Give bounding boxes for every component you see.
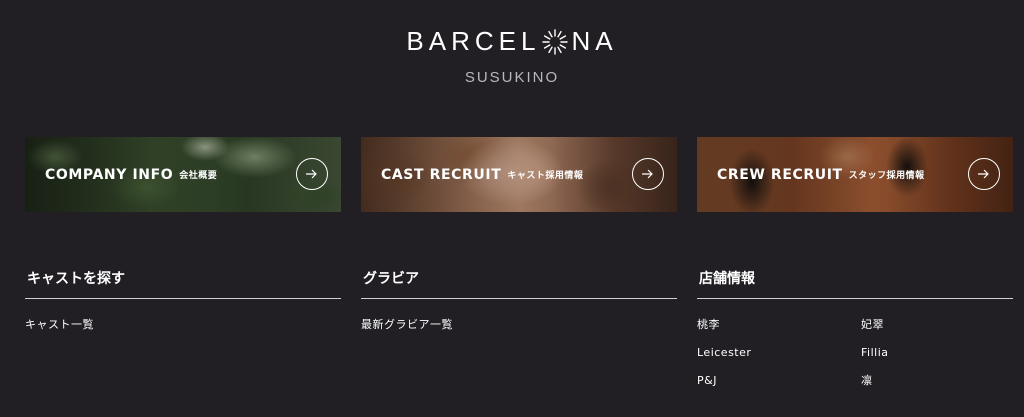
shop-link[interactable]: Leicester (697, 346, 861, 360)
shop-info-section: 店舗情報 桃李 妃翠 Leicester Fillia P&J 凛 (697, 262, 1013, 388)
shop-link[interactable]: 凛 (861, 374, 1013, 388)
logo-text-start: BARCEL (406, 26, 541, 56)
section-title: キャストを探す (25, 262, 341, 299)
banner-title: CREW RECRUIT (717, 166, 843, 183)
crew-recruit-banner[interactable]: CREW RECRUIT スタッフ採用情報 (697, 137, 1013, 212)
banner-title: CAST RECRUIT (381, 166, 502, 183)
arrow-right-icon[interactable] (968, 158, 1000, 190)
logo-text-end: NA (571, 26, 618, 56)
sun-burst-icon (542, 28, 569, 55)
site-logo[interactable]: BARCEL NA SUSUKINO (0, 26, 1024, 86)
banner-subtitle: キャスト採用情報 (507, 171, 584, 181)
gravure-section: グラビア 最新グラビア一覧 (361, 262, 677, 346)
shop-link[interactable]: 桃李 (697, 318, 861, 332)
cast-list-link[interactable]: キャスト一覧 (25, 318, 341, 332)
shop-link[interactable]: Fillia (861, 346, 1013, 360)
logo-wordmark: BARCEL NA (406, 26, 617, 57)
latest-gravure-link[interactable]: 最新グラビア一覧 (361, 318, 677, 332)
cast-recruit-banner[interactable]: CAST RECRUIT キャスト採用情報 (361, 137, 677, 212)
banner-subtitle: 会社概要 (179, 171, 218, 181)
banner-subtitle: スタッフ採用情報 (848, 171, 925, 181)
shop-link[interactable]: 妃翠 (861, 318, 1013, 332)
section-title: 店舗情報 (697, 262, 1013, 299)
company-info-banner[interactable]: COMPANY INFO 会社概要 (25, 137, 341, 212)
logo-subtitle: SUSUKINO (464, 69, 560, 86)
arrow-right-icon[interactable] (632, 158, 664, 190)
banner-title: COMPANY INFO (45, 166, 174, 183)
shop-link[interactable]: P&J (697, 374, 861, 388)
arrow-right-icon[interactable] (296, 158, 328, 190)
cast-search-section: キャストを探す キャスト一覧 (25, 262, 341, 346)
section-title: グラビア (361, 262, 677, 299)
